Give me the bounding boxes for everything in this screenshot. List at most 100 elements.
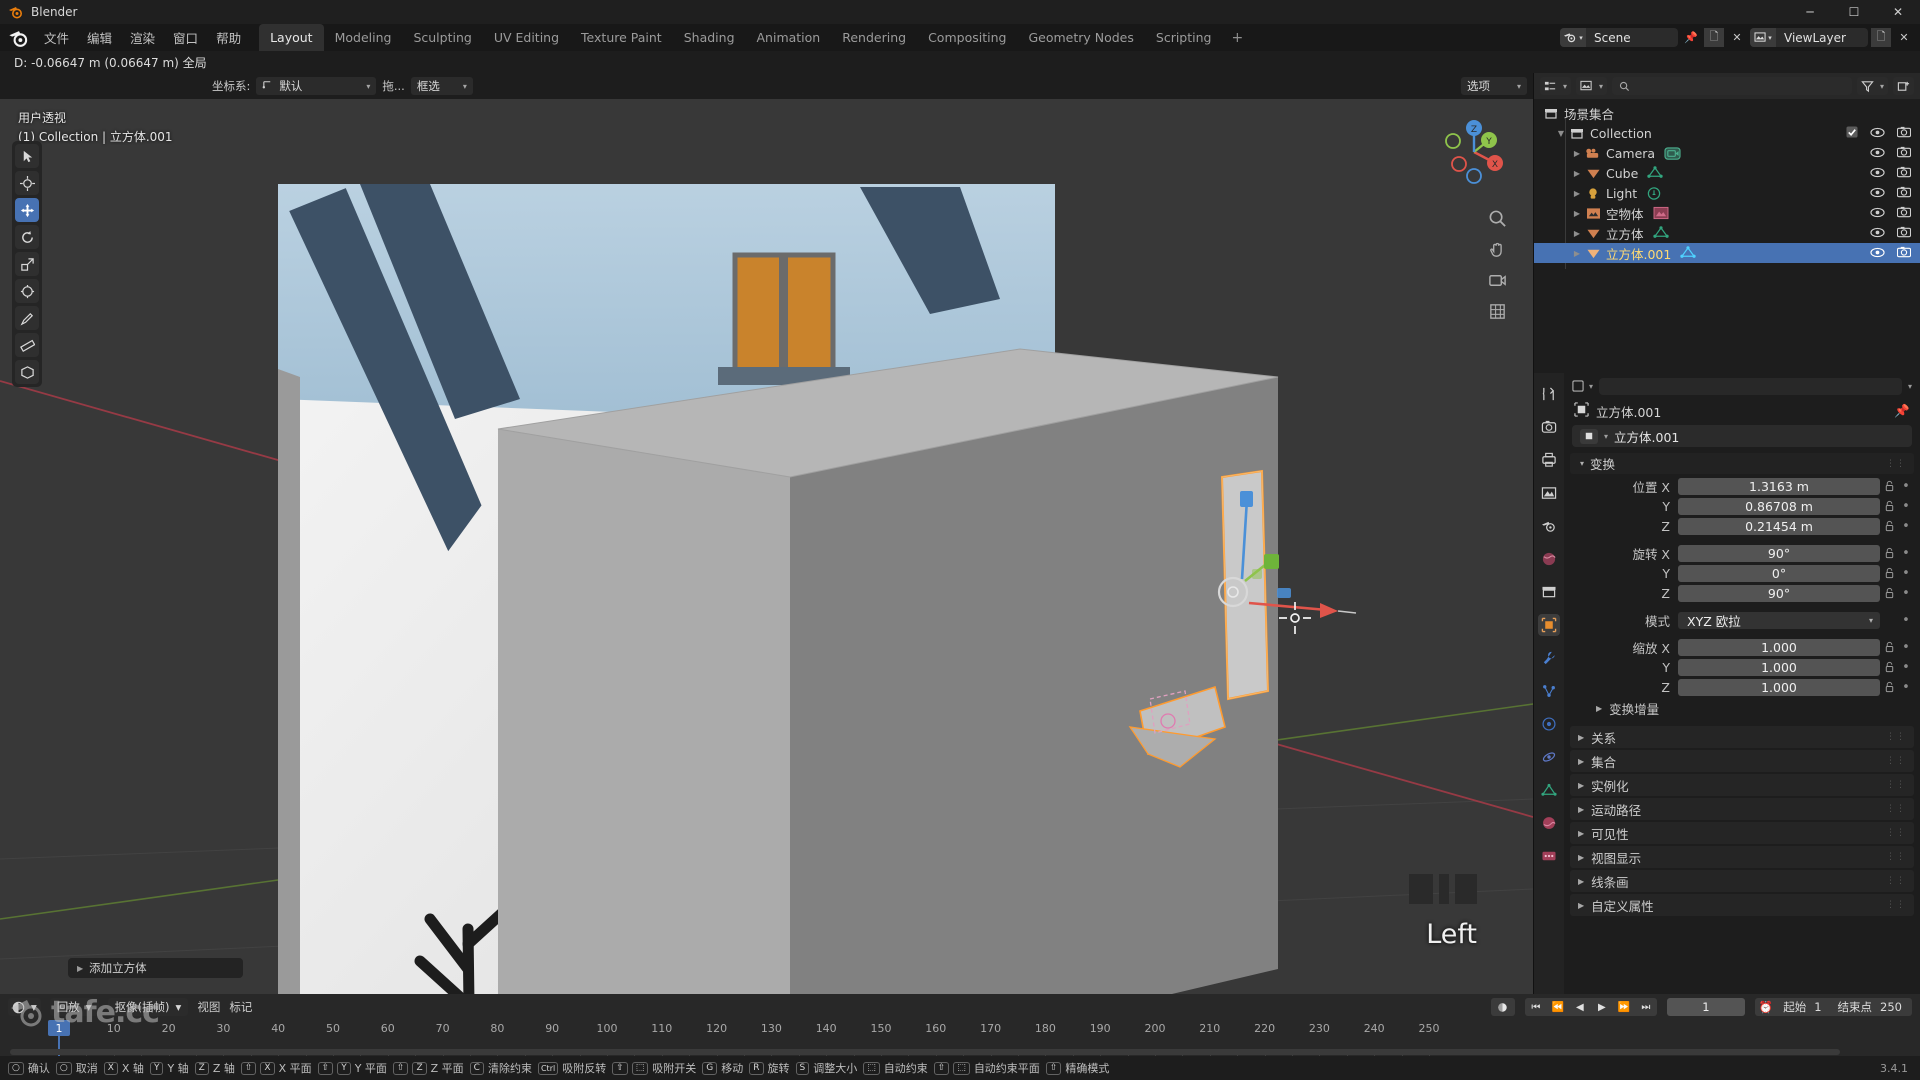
- light-data-icon[interactable]: [1646, 186, 1662, 201]
- tab-shading[interactable]: Shading: [673, 24, 746, 51]
- object-id-block[interactable]: ▾ 立方体.001: [1572, 425, 1912, 447]
- rotation-z-field[interactable]: 90°: [1678, 584, 1880, 602]
- next-keyframe-icon[interactable]: ⏩: [1613, 1002, 1635, 1013]
- disclosure-triangle-icon[interactable]: ▶: [1570, 209, 1584, 218]
- mesh-data-icon[interactable]: [1680, 246, 1696, 260]
- scale-x-field[interactable]: 1.000: [1678, 638, 1880, 656]
- collection-tab-icon[interactable]: [1538, 581, 1560, 603]
- location-x-field[interactable]: 1.3163 m: [1678, 477, 1880, 495]
- minimize-button[interactable]: ─: [1788, 0, 1832, 24]
- hide-in-viewport-icon[interactable]: [1870, 226, 1885, 241]
- panel-viewport-display[interactable]: ▶ 视图显示 ⋮⋮: [1570, 846, 1914, 868]
- tab-animation[interactable]: Animation: [746, 24, 832, 51]
- add-cube-tool-button[interactable]: [15, 360, 39, 384]
- animate-property-dot[interactable]: •: [1898, 660, 1914, 675]
- world-tab-icon[interactable]: [1538, 548, 1560, 570]
- animate-property-dot[interactable]: •: [1898, 499, 1914, 514]
- tab-layout[interactable]: Layout: [259, 24, 324, 51]
- disable-in-renders-icon[interactable]: [1896, 186, 1912, 201]
- disable-in-renders-icon[interactable]: [1896, 166, 1912, 181]
- tab-sculpting[interactable]: Sculpting: [402, 24, 482, 51]
- output-tab-icon[interactable]: [1538, 449, 1560, 471]
- animate-property-dot[interactable]: •: [1898, 519, 1914, 534]
- object-data-tab-icon[interactable]: [1538, 779, 1560, 801]
- delta-transform-subpanel[interactable]: ▶ 变换增量: [1570, 698, 1914, 718]
- scene-tab-icon[interactable]: [1538, 515, 1560, 537]
- blender-menu-icon[interactable]: [8, 27, 30, 49]
- lock-icon[interactable]: [1880, 480, 1898, 492]
- timeline-view-menu[interactable]: 视图: [197, 999, 220, 1015]
- add-workspace-button[interactable]: +: [1222, 24, 1252, 51]
- hide-in-viewport-icon[interactable]: [1870, 126, 1885, 141]
- playhead-handle[interactable]: 1: [48, 1020, 70, 1036]
- operator-redo-panel[interactable]: ▶ 添加立方体: [68, 958, 243, 978]
- constraint-tab-icon[interactable]: [1538, 746, 1560, 768]
- hide-in-viewport-icon[interactable]: [1870, 186, 1885, 201]
- mesh-data-icon[interactable]: [1652, 226, 1669, 240]
- disclosure-triangle-icon[interactable]: ▼: [1554, 129, 1568, 138]
- transform-tool-button[interactable]: [15, 279, 39, 303]
- tab-modeling[interactable]: Modeling: [324, 24, 403, 51]
- tab-compositing[interactable]: Compositing: [917, 24, 1017, 51]
- disable-in-renders-icon[interactable]: [1896, 206, 1912, 221]
- panel-custom-properties[interactable]: ▶ 自定义属性 ⋮⋮: [1570, 894, 1914, 916]
- location-z-field[interactable]: 0.21454 m: [1678, 517, 1880, 535]
- menu-file[interactable]: 文件: [36, 24, 77, 51]
- current-frame-field[interactable]: 1: [1666, 998, 1745, 1016]
- outliner-row-scene-collection[interactable]: 场景集合: [1534, 103, 1920, 123]
- pin-scene-icon[interactable]: 📌: [1681, 28, 1701, 47]
- new-viewlayer-icon[interactable]: 🗋: [1871, 28, 1891, 47]
- timeline-marker-menu[interactable]: 标记: [229, 999, 252, 1015]
- camera-data-icon[interactable]: [1664, 146, 1681, 161]
- playback-dropdown[interactable]: 回放 ▾: [49, 998, 99, 1016]
- scale-y-field[interactable]: 1.000: [1678, 658, 1880, 676]
- rotation-mode-dropdown[interactable]: XYZ 欧拉 ▾: [1678, 611, 1880, 629]
- scene-selector[interactable]: ▾ Scene: [1560, 28, 1678, 47]
- panel-relations[interactable]: ▶ 关系 ⋮⋮: [1570, 726, 1914, 748]
- toggle-orthographic-icon[interactable]: [1488, 302, 1507, 321]
- tab-scripting[interactable]: Scripting: [1145, 24, 1223, 51]
- disable-in-renders-icon[interactable]: [1896, 226, 1912, 241]
- tab-uv-editing[interactable]: UV Editing: [483, 24, 570, 51]
- rotation-y-field[interactable]: 0°: [1678, 564, 1880, 582]
- play-reverse-icon[interactable]: ◀: [1569, 1002, 1591, 1013]
- outliner-row-collection[interactable]: ▼ Collection: [1534, 123, 1920, 143]
- auto-keying-button[interactable]: [1490, 998, 1515, 1016]
- view-layer-tab-icon[interactable]: [1538, 482, 1560, 504]
- panel-motion-paths[interactable]: ▶ 运动路径 ⋮⋮: [1570, 798, 1914, 820]
- viewport-canvas[interactable]: 用户透视 (1) Collection | 立方体.001 Left ▶ 添加立…: [0, 99, 1533, 994]
- tab-rendering[interactable]: Rendering: [831, 24, 917, 51]
- tab-texture-paint[interactable]: Texture Paint: [570, 24, 673, 51]
- outliner-filter-button[interactable]: ▾: [1856, 77, 1888, 95]
- object-tab-icon[interactable]: [1538, 614, 1560, 636]
- properties-editor-type-icon[interactable]: [1572, 377, 1584, 396]
- properties-search-input[interactable]: [1599, 377, 1902, 395]
- lock-icon[interactable]: [1880, 500, 1898, 512]
- mesh-data-icon[interactable]: [1647, 166, 1663, 180]
- chevron-down-icon[interactable]: ▾: [1604, 432, 1608, 441]
- animate-property-dot[interactable]: •: [1898, 546, 1914, 561]
- move-tool-button[interactable]: [15, 198, 39, 222]
- hide-in-viewport-icon[interactable]: [1870, 166, 1885, 181]
- outliner-row-camera[interactable]: ▶ Camera: [1534, 143, 1920, 163]
- outliner-row-empty-image[interactable]: ▶ 空物体: [1534, 203, 1920, 223]
- disable-in-renders-icon[interactable]: [1896, 126, 1912, 141]
- lock-icon[interactable]: [1880, 661, 1898, 673]
- start-frame-value[interactable]: 1: [1812, 1000, 1831, 1014]
- end-frame-value[interactable]: 250: [1878, 1000, 1912, 1014]
- play-icon[interactable]: ▶: [1591, 1002, 1613, 1013]
- chevron-down-icon[interactable]: ▾: [1589, 382, 1593, 391]
- keying-dropdown[interactable]: 抠像(插帧) ▾: [107, 998, 189, 1016]
- chevron-down-icon[interactable]: ▾: [1908, 382, 1912, 391]
- scale-tool-button[interactable]: [15, 252, 39, 276]
- animate-property-dot[interactable]: •: [1898, 640, 1914, 655]
- disable-in-renders-icon[interactable]: [1896, 146, 1912, 161]
- hide-in-viewport-icon[interactable]: [1870, 246, 1885, 261]
- lock-icon[interactable]: [1880, 681, 1898, 693]
- hide-in-viewport-icon[interactable]: [1870, 206, 1885, 221]
- tool-tab-icon[interactable]: [1538, 383, 1560, 405]
- remove-viewlayer-icon[interactable]: ✕: [1894, 28, 1914, 47]
- pan-hand-icon[interactable]: [1488, 240, 1507, 259]
- measure-tool-button[interactable]: [15, 333, 39, 357]
- texture-tab-icon[interactable]: [1538, 845, 1560, 867]
